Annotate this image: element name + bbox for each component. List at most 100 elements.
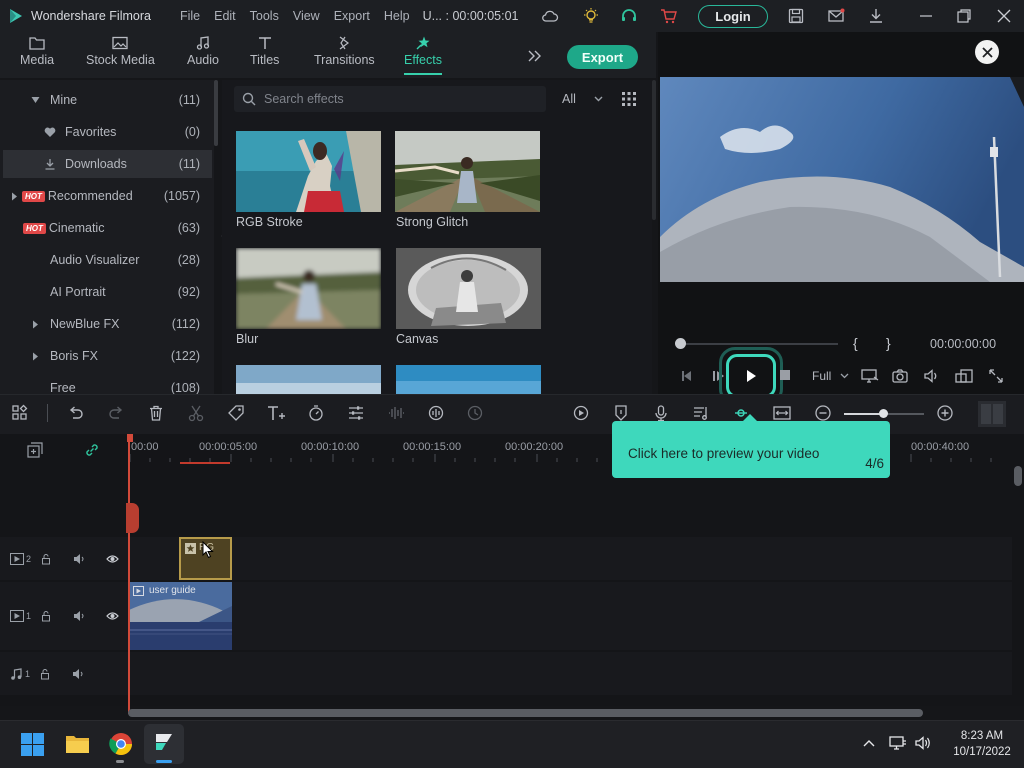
eye-visibility-icon[interactable] xyxy=(106,554,119,564)
link-icon[interactable] xyxy=(84,442,100,458)
effect-thumb-partial[interactable] xyxy=(396,365,541,394)
menu-view[interactable]: View xyxy=(286,9,327,23)
headset-support-icon[interactable] xyxy=(620,7,638,25)
step-back-icon[interactable] xyxy=(679,368,695,384)
lock-icon[interactable] xyxy=(41,610,53,622)
network-display-icon[interactable] xyxy=(889,735,907,751)
filmora-taskbar-button[interactable] xyxy=(144,724,184,764)
save-icon[interactable] xyxy=(787,7,805,25)
close-window-icon[interactable] xyxy=(995,7,1013,25)
cloud-icon[interactable] xyxy=(541,7,559,25)
menu-file[interactable]: File xyxy=(173,9,207,23)
effect-thumb-partial[interactable] xyxy=(236,365,381,394)
close-tour-button[interactable] xyxy=(975,40,999,64)
speed-timer-icon[interactable] xyxy=(307,404,327,424)
fullscreen-icon[interactable] xyxy=(988,368,1004,384)
panel-toggle-button[interactable] xyxy=(978,401,1006,427)
tag-icon[interactable] xyxy=(227,404,247,424)
stop-icon[interactable] xyxy=(780,370,790,380)
sidebar-item-audio-visualizer[interactable]: Audio Visualizer (28) xyxy=(0,246,212,274)
chrome-icon[interactable] xyxy=(109,732,133,756)
export-button[interactable]: Export xyxy=(567,45,638,69)
lock-icon[interactable] xyxy=(40,668,52,680)
tab-stock-media[interactable]: Stock Media xyxy=(86,36,155,67)
preview-scrubber-track[interactable] xyxy=(680,343,838,345)
lightbulb-icon[interactable] xyxy=(582,7,600,25)
preview-quality-select[interactable]: Full xyxy=(812,367,849,385)
mail-icon[interactable] xyxy=(827,7,845,25)
effect-thumb-canvas[interactable] xyxy=(396,248,541,329)
layout-grid-icon[interactable] xyxy=(11,404,31,424)
playhead-top-handle[interactable] xyxy=(127,434,133,442)
adjust-sliders-icon[interactable] xyxy=(347,404,367,424)
search-input[interactable] xyxy=(264,92,534,106)
tab-audio[interactable]: Audio xyxy=(187,36,219,67)
expand-chevrons-icon[interactable] xyxy=(527,49,543,63)
timeline-vertical-scrollbar[interactable] xyxy=(1014,466,1022,486)
mute-speaker-icon[interactable] xyxy=(72,668,85,680)
sidebar-item-cinematic[interactable]: HOT Cinematic (63) xyxy=(0,214,212,242)
lock-icon[interactable] xyxy=(41,553,53,565)
effect-thumb-blur[interactable] xyxy=(236,248,381,329)
search-box[interactable] xyxy=(234,86,546,112)
download-icon[interactable] xyxy=(867,7,885,25)
preview-scrubber-handle[interactable] xyxy=(675,338,686,349)
add-text-icon[interactable] xyxy=(266,404,286,424)
mark-out-button[interactable]: } xyxy=(886,335,891,351)
sidebar-item-favorites[interactable]: Favorites (0) xyxy=(0,118,212,146)
library-scrollbar[interactable] xyxy=(214,80,218,146)
snapshot-camera-icon[interactable] xyxy=(892,368,908,384)
audio-mixer-icon[interactable] xyxy=(427,404,447,424)
display-monitor-icon[interactable] xyxy=(861,368,879,384)
grid-view-icon[interactable] xyxy=(622,92,636,106)
video-clip-user-guide[interactable]: user guide xyxy=(129,582,232,650)
menu-help[interactable]: Help xyxy=(377,9,417,23)
windows-start-icon[interactable] xyxy=(21,733,44,756)
speaker-volume-icon[interactable] xyxy=(914,735,932,751)
effect-thumb-rgb-stroke[interactable] xyxy=(236,131,381,212)
aspect-ratio-icon[interactable] xyxy=(955,368,973,384)
add-track-icon[interactable] xyxy=(27,442,43,458)
tab-titles[interactable]: Titles xyxy=(250,36,279,67)
mute-speaker-icon[interactable] xyxy=(73,553,86,565)
minimize-icon[interactable] xyxy=(917,7,935,25)
login-button[interactable]: Login xyxy=(698,5,768,28)
delete-trash-icon[interactable] xyxy=(147,404,167,424)
sidebar-item-recommended[interactable]: HOT Recommended (1057) xyxy=(0,182,212,210)
zoom-in-icon[interactable] xyxy=(936,404,956,424)
sidebar-item-boris-fx[interactable]: Boris FX (122) xyxy=(0,342,212,370)
restore-icon[interactable] xyxy=(955,7,973,25)
zoom-slider-handle[interactable] xyxy=(879,409,888,418)
sidebar-item-mine[interactable]: Mine (11) xyxy=(0,86,212,114)
menu-export[interactable]: Export xyxy=(327,9,377,23)
playhead-line[interactable] xyxy=(128,436,130,714)
playhead-drag-handle[interactable] xyxy=(126,503,139,533)
undo-icon[interactable] xyxy=(67,404,87,424)
mark-in-button[interactable]: { xyxy=(853,335,858,351)
volume-icon[interactable] xyxy=(923,368,939,384)
menu-tools[interactable]: Tools xyxy=(243,9,286,23)
render-preview-icon[interactable] xyxy=(572,404,592,424)
menu-edit[interactable]: Edit xyxy=(207,9,243,23)
mute-speaker-icon[interactable] xyxy=(73,610,86,622)
play-button[interactable] xyxy=(726,354,776,398)
sidebar-item-downloads[interactable]: Downloads (11) xyxy=(3,150,212,178)
preview-video-frame[interactable] xyxy=(660,77,1024,282)
effect-thumb-strong-glitch[interactable] xyxy=(395,131,540,212)
file-explorer-icon[interactable] xyxy=(65,733,90,755)
taskbar-clock-date[interactable]: 10/17/2022 xyxy=(946,746,1018,758)
filter-select[interactable]: All xyxy=(556,86,608,112)
tab-effects[interactable]: Effects xyxy=(404,36,442,75)
tab-transitions[interactable]: Transitions xyxy=(314,36,375,67)
timeline-horizontal-scrollbar[interactable] xyxy=(128,709,923,717)
tray-chevron-up-icon[interactable] xyxy=(862,737,876,749)
audio-waveform-icon[interactable] xyxy=(387,404,407,424)
scissors-icon[interactable] xyxy=(187,404,207,424)
sidebar-item-free[interactable]: Free (108) xyxy=(0,374,212,394)
redo-icon[interactable] xyxy=(107,404,127,424)
tab-media[interactable]: Media xyxy=(20,36,54,67)
effects-scrollbar[interactable] xyxy=(652,80,656,220)
sidebar-item-ai-portrait[interactable]: AI Portrait (92) xyxy=(0,278,212,306)
cart-icon[interactable] xyxy=(660,7,678,25)
auto-timing-icon[interactable] xyxy=(466,404,486,424)
